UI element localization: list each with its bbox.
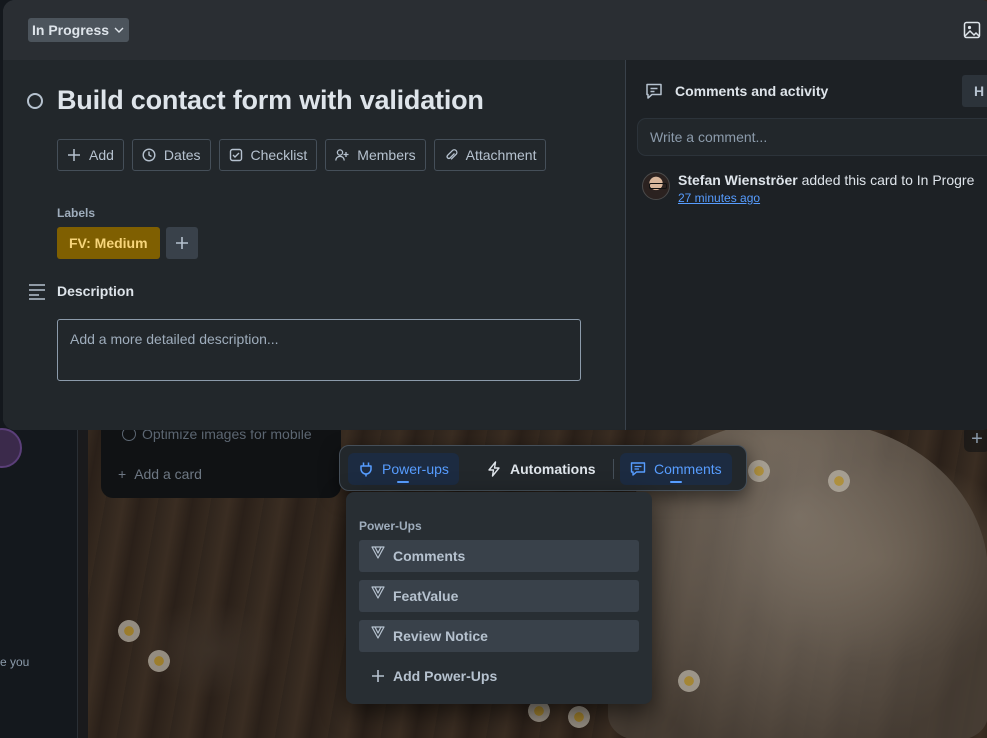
add-button-label: Add — [89, 147, 114, 163]
plus-icon: + — [118, 466, 127, 482]
labels-heading: Labels — [57, 206, 96, 220]
comment-icon — [630, 462, 646, 476]
toolbar-separator — [613, 459, 614, 479]
flower-decoration — [568, 706, 590, 728]
add-powerups-label: Add Power-Ups — [393, 668, 498, 684]
description-heading: Description — [57, 283, 135, 299]
card-title-row: Build contact form with validation — [27, 85, 484, 116]
dates-button[interactable]: Dates — [131, 139, 211, 171]
members-button[interactable]: Members — [325, 139, 426, 171]
plus-icon — [175, 237, 188, 249]
description-header: Description — [27, 281, 134, 301]
powerup-item-label: Review Notice — [393, 628, 488, 644]
dates-button-label: Dates — [163, 147, 201, 163]
add-label-button[interactable] — [165, 227, 198, 259]
powerup-item-comments[interactable]: Comments — [359, 540, 639, 572]
card-title[interactable]: Build contact form with validation — [57, 85, 484, 116]
add-card-button[interactable]: + Add a card — [118, 466, 202, 482]
powerup-triangle-icon — [371, 546, 385, 559]
attachment-button[interactable]: Attachment — [433, 139, 547, 171]
list-status-label: In Progress — [32, 22, 110, 38]
cover-image-icon[interactable] — [963, 21, 981, 39]
powerup-item-featvalue[interactable]: FeatValue — [359, 580, 639, 612]
activity-timestamp-link[interactable]: 27 minutes ago — [678, 191, 974, 205]
plug-icon — [360, 462, 372, 477]
floating-toolbar: Power-ups Automations Comments — [339, 445, 747, 491]
comments-activity-header: Comments and activity — [645, 82, 828, 100]
plus-icon — [68, 149, 80, 161]
powerups-button[interactable]: Power-ups — [348, 453, 459, 485]
flower-decoration — [678, 670, 700, 692]
card-action-buttons: Add Dates Checklist Members Attachment — [57, 139, 547, 171]
flower-decoration — [828, 470, 850, 492]
checklist-button[interactable]: Checklist — [218, 139, 318, 171]
label-chip[interactable]: FV: Medium — [57, 227, 160, 259]
description-input[interactable]: Add a more detailed description... — [57, 319, 581, 381]
list-status-dropdown[interactable]: In Progress — [28, 18, 130, 42]
paperclip-icon — [446, 149, 458, 160]
attachment-button-label: Attachment — [465, 147, 537, 163]
powerup-triangle-icon — [371, 586, 385, 599]
sidebar-peek-text: e you — [0, 655, 30, 669]
comments-toolbar-label: Comments — [654, 461, 722, 477]
clock-icon — [142, 148, 156, 162]
comments-activity-heading: Comments and activity — [675, 83, 829, 99]
lightning-icon — [488, 461, 500, 477]
user-avatar[interactable] — [642, 172, 670, 200]
mark-complete-circle[interactable] — [27, 92, 43, 109]
hide-details-button[interactable]: H — [962, 75, 987, 107]
labels-row: FV: Medium — [57, 227, 198, 259]
checkbox-icon — [229, 148, 242, 162]
comment-icon — [646, 83, 662, 99]
plus-icon — [372, 670, 384, 682]
automations-button-label: Automations — [510, 461, 596, 477]
checklist-button-label: Checklist — [250, 147, 308, 163]
powerups-button-label: Power-ups — [382, 461, 449, 477]
modal-header: In Progress — [3, 0, 987, 60]
powerup-item-label: Comments — [393, 548, 466, 564]
activity-user[interactable]: Stefan Wienströer — [678, 172, 798, 188]
add-powerups-button[interactable]: Add Power-Ups — [359, 660, 497, 692]
activity-entry: Stefan Wienströer added this card to In … — [642, 172, 974, 205]
activity-description: added this card to In Progre — [797, 172, 975, 188]
powerups-heading: Power-Ups — [359, 519, 422, 533]
flower-decoration — [748, 460, 770, 482]
add-member-icon — [335, 149, 349, 161]
comments-toolbar-button[interactable]: Comments — [620, 453, 732, 485]
flower-decoration — [118, 620, 140, 642]
add-button[interactable]: Add — [57, 139, 124, 171]
description-lines-icon — [29, 284, 45, 300]
automations-button[interactable]: Automations — [476, 453, 606, 485]
comment-input[interactable]: Write a comment... — [638, 119, 987, 155]
powerups-popover: Power-Ups Comments FeatValue Review Noti… — [346, 492, 652, 704]
powerup-triangle-icon — [371, 626, 385, 639]
workspace-avatar[interactable] — [0, 428, 22, 468]
card-activity-pane — [625, 60, 987, 430]
powerup-item-review-notice[interactable]: Review Notice — [359, 620, 639, 652]
add-card-label: Add a card — [134, 466, 202, 482]
chevron-down-icon — [114, 27, 124, 33]
powerup-item-label: FeatValue — [393, 588, 459, 604]
flower-decoration — [148, 650, 170, 672]
members-button-label: Members — [357, 147, 416, 163]
activity-text: Stefan Wienströer added this card to In … — [678, 172, 974, 205]
